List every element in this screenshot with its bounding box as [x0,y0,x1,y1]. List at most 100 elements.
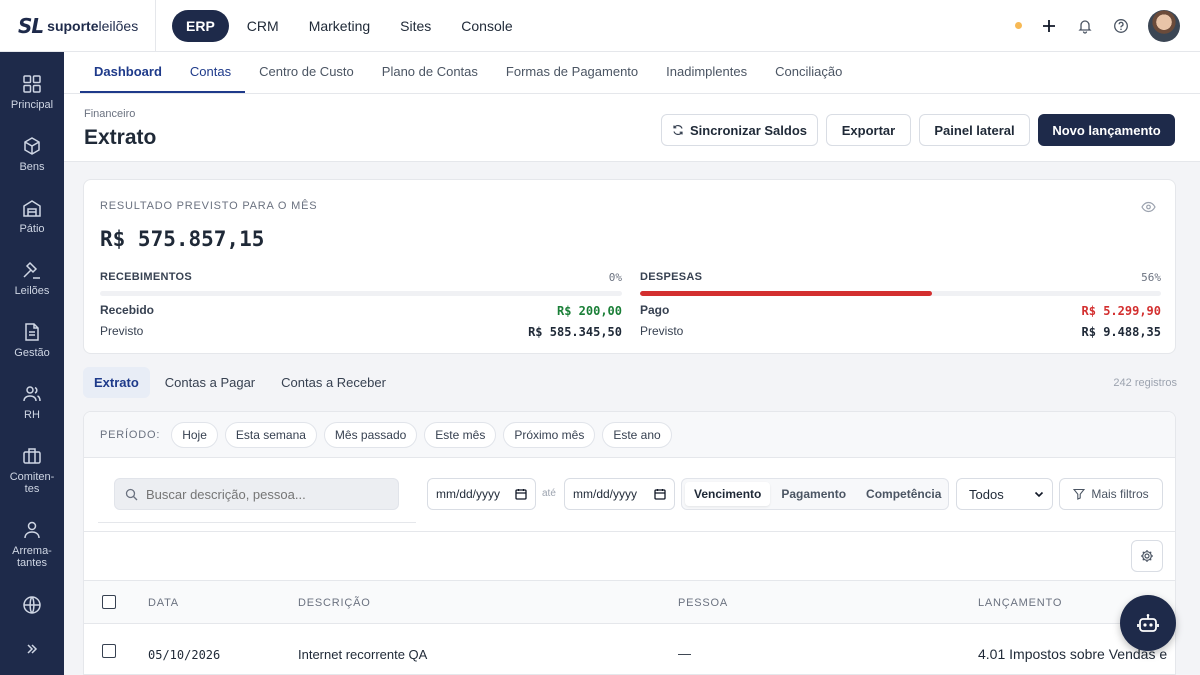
tab-contas-a-receber[interactable]: Contas a Receber [270,367,397,398]
column-header-description[interactable]: DESCRIÇÃO [298,597,371,609]
tab-formas-de-pagamento[interactable]: Formas de Pagamento [492,52,652,93]
tab-contas[interactable]: Contas [175,52,246,93]
sidebar-label: Leilões [14,285,50,297]
sidebar-item-bens[interactable]: Bens [0,136,64,173]
sidebar-item-sites[interactable] [0,595,64,620]
sidebar-item-comitentes[interactable]: Comiten- tes [0,446,64,495]
logo-text: suporteleilões [47,17,139,34]
tab-centro-de-custo[interactable]: Centro de Custo [245,52,368,93]
summary-label: RESULTADO PREVISTO PARA O MÊS [100,200,318,212]
period-chip-next-month[interactable]: Próximo mês [503,421,596,448]
main-nav: ERP CRM Marketing Sites Console [172,9,525,42]
period-label: PERÍODO: [100,428,161,441]
column-header-entry[interactable]: LANÇAMENTO [978,597,1062,609]
briefcase-icon [23,448,41,464]
tab-inadimplentes[interactable]: Inadimplentes [652,52,761,93]
expenses-expected-value: R$ 9.488,35 [1081,325,1161,339]
sidebar-item-gestao[interactable]: Gestão [0,322,64,359]
date-from-input[interactable]: mm/dd/yyyy [427,478,536,510]
table-settings-button[interactable] [1131,540,1163,572]
period-chip-this-month[interactable]: Este mês [424,421,497,448]
period-filter-bar: PERÍODO: Hoje Esta semana Mês passado Es… [84,412,1175,458]
calendar-icon [654,489,666,500]
refresh-icon [673,125,683,135]
app-logo[interactable]: SL suporteleilões [0,0,156,52]
row-description: Internet recorrente QA [298,647,428,662]
page-title: Extrato [84,126,157,149]
expected-result-value: R$ 575.857,15 [100,227,265,251]
tab-plano-de-contas[interactable]: Plano de Contas [368,52,492,93]
nav-erp[interactable]: ERP [172,9,229,42]
sync-balances-button[interactable]: Sincronizar Saldos [661,114,818,146]
sidebar-item-leiloes[interactable]: Leilões [0,260,64,297]
top-bar: SL suporteleilões ERP CRM Marketing Site… [0,0,1200,52]
status-select[interactable]: Todos [956,478,1053,510]
logo-mark: SL [18,13,44,38]
new-entry-button[interactable]: Novo lançamento [1038,114,1175,146]
tab-extrato[interactable]: Extrato [83,367,150,398]
more-filters-button[interactable]: Mais filtros [1059,478,1163,510]
box-icon [24,137,40,155]
eye-icon[interactable] [1141,201,1156,213]
date-mode-payment[interactable]: Pagamento [772,482,855,506]
breadcrumb[interactable]: Financeiro [84,108,135,120]
nav-sites[interactable]: Sites [388,10,443,42]
paid-label: Pago [640,303,670,317]
column-header-date[interactable]: DATA [148,597,179,609]
row-checkbox[interactable] [102,644,116,658]
assistant-bot-button[interactable] [1120,595,1176,651]
plus-icon[interactable] [1040,17,1058,35]
user-icon [24,521,40,539]
table-header: DATA DESCRIÇÃO PESSOA LANÇAMENTO [84,580,1175,624]
date-mode-due[interactable]: Vencimento [685,482,771,506]
search-icon [125,488,138,500]
chevron-down-icon [1034,491,1044,498]
side-panel-button[interactable]: Painel lateral [919,114,1030,146]
row-person: — [678,646,691,661]
grid-icon [23,75,41,93]
search-input[interactable] [146,486,386,502]
top-actions [1015,9,1200,42]
sidebar-label: Bens [19,161,45,173]
period-chip-today[interactable]: Hoje [171,421,218,448]
nav-crm[interactable]: CRM [235,10,291,42]
sidebar-item-rh[interactable]: RH [0,384,64,421]
sidebar-item-arrematantes[interactable]: Arrema- tantes [0,520,64,569]
sidebar-label: Arrema- tantes [12,545,52,569]
page-header: Financeiro Extrato Sincronizar Saldos Ex… [64,94,1200,162]
expenses-expected-label: Previsto [640,324,684,338]
export-button[interactable]: Exportar [826,114,911,146]
calendar-icon [515,489,527,500]
user-avatar[interactable] [1148,9,1180,42]
tab-contas-a-pagar[interactable]: Contas a Pagar [154,367,266,398]
nav-console[interactable]: Console [449,10,524,42]
double-chevron-right-icon [27,644,38,654]
received-value: R$ 200,00 [556,304,622,318]
bell-icon[interactable] [1076,17,1094,35]
receipts-percent: 0% [608,271,622,284]
tab-dashboard[interactable]: Dashboard [80,52,176,93]
expenses-percent: 56% [1141,271,1161,284]
column-header-person[interactable]: PESSOA [678,597,728,609]
tab-conciliacao[interactable]: Conciliação [761,52,856,93]
robot-icon [1137,614,1159,632]
sidebar-item-principal[interactable]: Principal [0,74,64,111]
period-chip-this-year[interactable]: Este ano [602,421,672,448]
sidebar-label: Pátio [19,223,45,235]
date-separator: até [542,488,556,499]
status-dot-icon [1015,22,1022,29]
date-mode-competence[interactable]: Competência [857,482,950,506]
sidebar-item-patio[interactable]: Pátio [0,198,64,235]
receipts-expected-value: R$ 585.345,50 [528,325,622,339]
period-chip-last-month[interactable]: Mês passado [323,421,418,448]
users-icon [23,386,41,402]
help-icon[interactable] [1112,17,1130,35]
select-all-checkbox[interactable] [102,595,116,609]
nav-marketing[interactable]: Marketing [297,10,382,42]
records-count: 242 registros [1113,377,1177,389]
date-to-input[interactable]: mm/dd/yyyy [564,478,675,510]
sidebar-expand-button[interactable] [0,642,64,661]
period-chip-this-week[interactable]: Esta semana [224,421,317,448]
search-box[interactable] [114,478,399,510]
sub-nav: Dashboard Contas Centro de Custo Plano d… [64,52,1200,94]
